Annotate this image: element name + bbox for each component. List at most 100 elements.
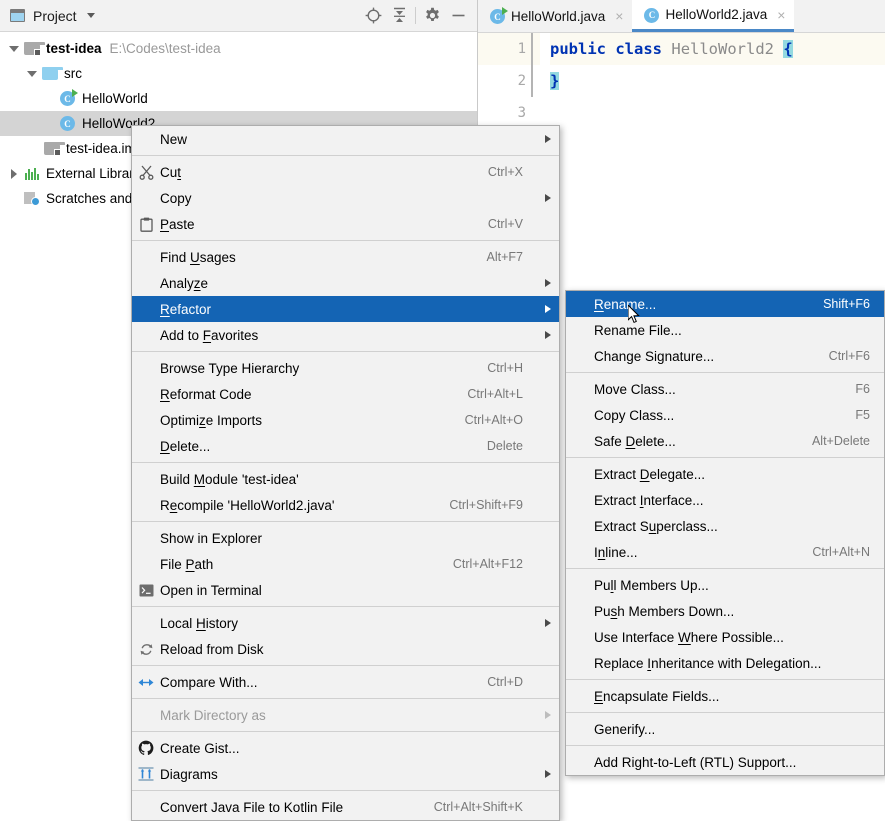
menu-separator	[566, 712, 884, 713]
submenu-item-extract-superclass[interactable]: Extract Superclass...	[566, 513, 884, 539]
gear-icon[interactable]	[419, 3, 445, 29]
project-title-group[interactable]: Project	[10, 8, 95, 24]
menu-item-optimize-imports[interactable]: Optimize Imports Ctrl+Alt+O	[132, 407, 559, 433]
chevron-down-icon[interactable]	[87, 13, 95, 18]
submenu-item-rename-file[interactable]: Rename File...	[566, 317, 884, 343]
close-brace: }	[550, 72, 559, 90]
menu-item-label: Copy Class...	[594, 408, 855, 423]
submenu-item-extract-delegate[interactable]: Extract Delegate...	[566, 461, 884, 487]
menu-separator	[566, 679, 884, 680]
submenu-item-change-signature[interactable]: Change Signature... Ctrl+F6	[566, 343, 884, 369]
menu-item-accel: Ctrl+V	[488, 217, 537, 231]
java-class-icon: C	[58, 116, 77, 131]
close-icon[interactable]: ×	[777, 7, 785, 23]
menu-item-create-gist[interactable]: Create Gist...	[132, 735, 559, 761]
submenu-arrow-icon	[537, 770, 559, 778]
tree-node-helloworld[interactable]: C HelloWorld	[0, 86, 477, 111]
menu-item-label: Move Class...	[594, 382, 855, 397]
tree-node-label: src	[64, 66, 82, 81]
menu-item-label: Generify...	[594, 722, 870, 737]
compare-icon	[132, 676, 160, 689]
menu-item-accel: Delete	[487, 439, 537, 453]
menu-item-show-in-explorer[interactable]: Show in Explorer	[132, 525, 559, 551]
submenu-item-add-rtl-support[interactable]: Add Right-to-Left (RTL) Support...	[566, 749, 884, 775]
menu-item-file-path[interactable]: File Path Ctrl+Alt+F12	[132, 551, 559, 577]
menu-item-delete[interactable]: Delete... Delete	[132, 433, 559, 459]
submenu-item-pull-members-up[interactable]: Pull Members Up...	[566, 572, 884, 598]
menu-item-label: Open in Terminal	[160, 583, 523, 598]
menu-item-label: Rename...	[594, 297, 823, 312]
twisty-down-icon[interactable]	[24, 71, 40, 77]
menu-separator	[132, 665, 559, 666]
menu-item-label: Convert Java File to Kotlin File	[160, 800, 434, 815]
submenu-item-copy-class[interactable]: Copy Class... F5	[566, 402, 884, 428]
tab-label: HelloWorld.java	[511, 9, 605, 24]
module-folder-icon	[22, 42, 41, 55]
libraries-icon	[22, 167, 41, 180]
menu-item-label: Diagrams	[160, 767, 523, 782]
menu-item-browse-type-hierarchy[interactable]: Browse Type Hierarchy Ctrl+H	[132, 355, 559, 381]
menu-item-build-module[interactable]: Build Module 'test-idea'	[132, 466, 559, 492]
submenu-item-replace-inheritance-with-delegation[interactable]: Replace Inheritance with Delegation...	[566, 650, 884, 676]
submenu-item-inline[interactable]: Inline... Ctrl+Alt+N	[566, 539, 884, 565]
context-menu[interactable]: New Cut Ctrl+X Copy Paste	[131, 125, 560, 821]
menu-item-open-in-terminal[interactable]: Open in Terminal	[132, 577, 559, 603]
locate-icon[interactable]	[360, 3, 386, 29]
menu-item-analyze[interactable]: Analyze	[132, 270, 559, 296]
menu-item-label: Reformat Code	[160, 387, 467, 402]
menu-item-label: Pull Members Up...	[594, 578, 870, 593]
submenu-item-use-interface-where-possible[interactable]: Use Interface Where Possible...	[566, 624, 884, 650]
submenu-item-generify[interactable]: Generify...	[566, 716, 884, 742]
submenu-item-encapsulate-fields[interactable]: Encapsulate Fields...	[566, 683, 884, 709]
tab-helloworld-java[interactable]: C HelloWorld.java ×	[478, 0, 632, 32]
submenu-item-safe-delete[interactable]: Safe Delete... Alt+Delete	[566, 428, 884, 454]
tab-helloworld2-java[interactable]: C HelloWorld2.java ×	[632, 0, 794, 32]
menu-item-local-history[interactable]: Local History	[132, 610, 559, 636]
menu-item-label: Copy	[160, 191, 523, 206]
java-class-runnable-icon: C	[490, 8, 505, 25]
menu-item-find-usages[interactable]: Find Usages Alt+F7	[132, 244, 559, 270]
menu-separator	[132, 351, 559, 352]
open-brace: {	[783, 40, 792, 58]
folder-icon	[40, 67, 59, 80]
menu-item-accel: Ctrl+F6	[829, 349, 884, 363]
menu-item-accel: Alt+Delete	[812, 434, 884, 448]
submenu-arrow-icon	[537, 135, 559, 143]
collapse-all-icon[interactable]	[386, 3, 412, 29]
menu-item-label: Browse Type Hierarchy	[160, 361, 487, 376]
menu-item-cut[interactable]: Cut Ctrl+X	[132, 159, 559, 185]
menu-item-reload-from-disk[interactable]: Reload from Disk	[132, 636, 559, 662]
menu-item-add-to-favorites[interactable]: Add to Favorites	[132, 322, 559, 348]
editor-text[interactable]: public class HelloWorld2 { }	[540, 33, 885, 153]
submenu-item-move-class[interactable]: Move Class... F6	[566, 376, 884, 402]
menu-separator	[132, 521, 559, 522]
twisty-down-icon[interactable]	[6, 46, 22, 52]
keyword-public: public	[550, 40, 606, 58]
close-icon[interactable]: ×	[615, 8, 623, 24]
submenu-arrow-icon	[537, 279, 559, 287]
menu-item-convert-java-to-kotlin[interactable]: Convert Java File to Kotlin File Ctrl+Al…	[132, 794, 559, 820]
menu-item-accel: Ctrl+Shift+F9	[449, 498, 537, 512]
tree-node-test-idea[interactable]: test-idea E:\Codes\test-idea	[0, 36, 477, 61]
menu-item-recompile[interactable]: Recompile 'HelloWorld2.java' Ctrl+Shift+…	[132, 492, 559, 518]
menu-item-reformat-code[interactable]: Reformat Code Ctrl+Alt+L	[132, 381, 559, 407]
tree-node-label: test-idea	[46, 41, 102, 56]
refactor-submenu[interactable]: Rename... Shift+F6 Rename File... Change…	[565, 290, 885, 776]
tree-node-src[interactable]: src	[0, 61, 477, 86]
menu-item-new[interactable]: New	[132, 126, 559, 152]
submenu-item-extract-interface[interactable]: Extract Interface...	[566, 487, 884, 513]
submenu-item-push-members-down[interactable]: Push Members Down...	[566, 598, 884, 624]
menu-item-refactor[interactable]: Refactor	[132, 296, 559, 322]
menu-item-compare-with[interactable]: Compare With... Ctrl+D	[132, 669, 559, 695]
menu-separator	[132, 698, 559, 699]
menu-item-label: Create Gist...	[160, 741, 523, 756]
submenu-item-rename[interactable]: Rename... Shift+F6	[566, 291, 884, 317]
hide-panel-icon[interactable]	[445, 3, 471, 29]
menu-item-accel: Ctrl+Alt+F12	[453, 557, 537, 571]
twisty-right-icon[interactable]	[6, 169, 22, 179]
menu-item-copy[interactable]: Copy	[132, 185, 559, 211]
menu-item-diagrams[interactable]: Diagrams	[132, 761, 559, 787]
menu-item-paste[interactable]: Paste Ctrl+V	[132, 211, 559, 237]
iml-file-icon	[42, 142, 61, 155]
menu-separator	[132, 240, 559, 241]
